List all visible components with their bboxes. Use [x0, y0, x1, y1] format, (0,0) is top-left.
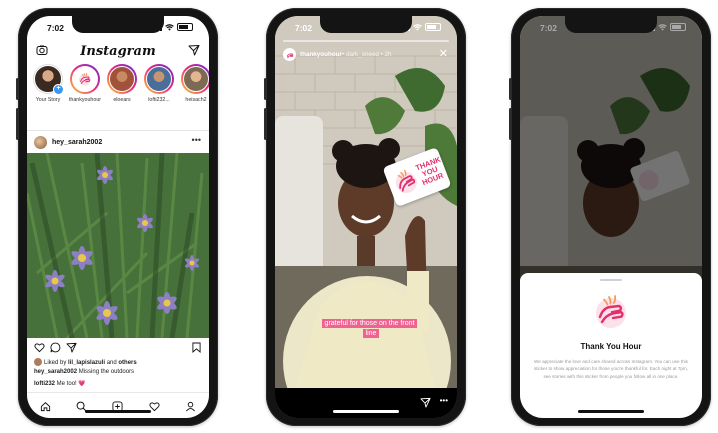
story-header: thankyouhour • dark_sneed • 2h	[283, 48, 392, 61]
status-time: 7:02	[295, 23, 313, 33]
battery-icon	[177, 23, 193, 31]
liked-others[interactable]: others	[118, 360, 136, 366]
thank-you-hands-icon	[79, 72, 91, 86]
likes-line: Liked by lil_lapislazuli and others	[34, 358, 205, 366]
post-header: hey_sarah2002 •••	[27, 132, 209, 152]
story-meta: • dark_sneed • 2h	[341, 51, 392, 58]
flowers-photo	[27, 153, 209, 338]
close-icon[interactable]: ✕	[439, 47, 448, 60]
profile-icon[interactable]	[185, 401, 196, 412]
phone-feed: 7:02 Instagram + Your Story thankyouhour…	[16, 8, 218, 426]
sheet-description: We appreciate the love and care shared a…	[533, 359, 689, 379]
notch	[565, 16, 657, 33]
story-progress-bar	[283, 40, 449, 42]
stories-tray: + Your Story thankyouhour eloears lofti2…	[27, 64, 209, 131]
story-item[interactable]: thankyouhour	[68, 64, 102, 130]
comment-user[interactable]: lofti232	[34, 381, 55, 387]
notch	[320, 16, 412, 33]
story-item[interactable]: heisach2	[179, 64, 209, 130]
liked-suffix: and	[105, 360, 119, 366]
liked-user[interactable]: lil_lapislazuli	[68, 360, 105, 366]
story-item[interactable]: eloears	[105, 64, 139, 130]
home-icon[interactable]	[40, 401, 51, 412]
home-indicator	[85, 410, 151, 413]
phone-sticker-info: 7:02 Thank You Hour We appreciate the lo…	[509, 8, 711, 426]
avatar	[34, 358, 42, 366]
notch	[72, 16, 164, 33]
battery-icon	[425, 23, 441, 31]
thankyouhour-avatar	[72, 66, 98, 92]
feed-screen: 7:02 Instagram + Your Story thankyouhour…	[27, 16, 209, 418]
caption-text: Missing the outdoors	[77, 369, 135, 375]
sticker-info-sheet: Thank You Hour We appreciate the love an…	[520, 273, 702, 418]
wifi-icon	[165, 23, 174, 31]
post-username[interactable]: hey_sarah2002	[52, 139, 102, 146]
story-ring	[144, 64, 174, 94]
sheet-title: Thank You Hour	[580, 342, 642, 351]
comment-icon[interactable]	[50, 342, 61, 353]
status-time: 7:02	[47, 23, 65, 33]
story-ring: +	[33, 64, 64, 95]
heart-icon[interactable]	[34, 342, 45, 353]
story-label: lofti232...	[148, 97, 170, 103]
paper-plane-icon[interactable]	[420, 397, 431, 408]
home-indicator	[578, 410, 644, 413]
tab-bar	[27, 392, 209, 417]
story-label: thankyouhour	[68, 97, 102, 103]
share-icon[interactable]	[66, 342, 77, 353]
story-label: Your Story	[35, 97, 61, 103]
story-ring	[107, 64, 137, 94]
app-header: Instagram	[27, 40, 209, 62]
avatar	[109, 66, 135, 92]
comment-line: lofti232 Me too! 💗	[34, 380, 205, 387]
more-dots-icon[interactable]: •••	[192, 135, 201, 145]
caption-line: hey_sarah2002 Missing the outdoors	[34, 369, 205, 375]
thank-you-hands-icon	[596, 295, 626, 328]
more-dots-icon[interactable]: •••	[440, 396, 448, 405]
story-username[interactable]: thankyouhour	[300, 51, 342, 58]
sheet-screen: 7:02 Thank You Hour We appreciate the lo…	[520, 16, 702, 418]
story-label: heisach2	[185, 97, 207, 103]
liked-prefix: Liked by	[44, 360, 69, 366]
caption-text: grateful for those on the front line	[321, 319, 418, 338]
avatar	[146, 66, 172, 92]
bookmark-icon[interactable]	[192, 342, 201, 353]
story-item[interactable]: lofti232...	[142, 64, 176, 130]
avatar[interactable]	[34, 135, 47, 149]
avatar	[183, 66, 209, 92]
status-time: 7:02	[540, 23, 558, 33]
direct-message-icon[interactable]	[188, 44, 200, 56]
post-actions	[27, 340, 209, 356]
story-caption: grateful for those on the front line	[318, 319, 424, 339]
home-indicator	[333, 410, 399, 413]
app-logo: Instagram	[80, 43, 156, 59]
story-ring	[181, 64, 209, 94]
story-footer: •••	[275, 388, 457, 418]
story-screen: 7:02 thankyouhour • dark_sneed • 2h ✕ TH…	[275, 16, 457, 418]
comment-text: Me too! 💗	[55, 381, 86, 387]
wifi-icon	[413, 23, 422, 31]
sheet-grabber[interactable]	[600, 279, 622, 281]
thank-you-hands-icon	[286, 52, 293, 58]
story-photo	[275, 16, 457, 418]
thankyouhour-avatar[interactable]	[283, 48, 296, 61]
battery-icon	[670, 23, 686, 31]
post-image[interactable]	[27, 153, 209, 338]
camera-icon[interactable]	[36, 44, 48, 56]
phone-story: 7:02 thankyouhour • dark_sneed • 2h ✕ TH…	[264, 8, 466, 426]
wifi-icon	[658, 23, 667, 31]
story-item[interactable]: + Your Story	[31, 64, 65, 130]
caption-user[interactable]: hey_sarah2002	[34, 369, 77, 375]
add-story-icon: +	[53, 84, 64, 95]
story-ring	[70, 64, 100, 94]
story-label: eloears	[113, 97, 131, 103]
